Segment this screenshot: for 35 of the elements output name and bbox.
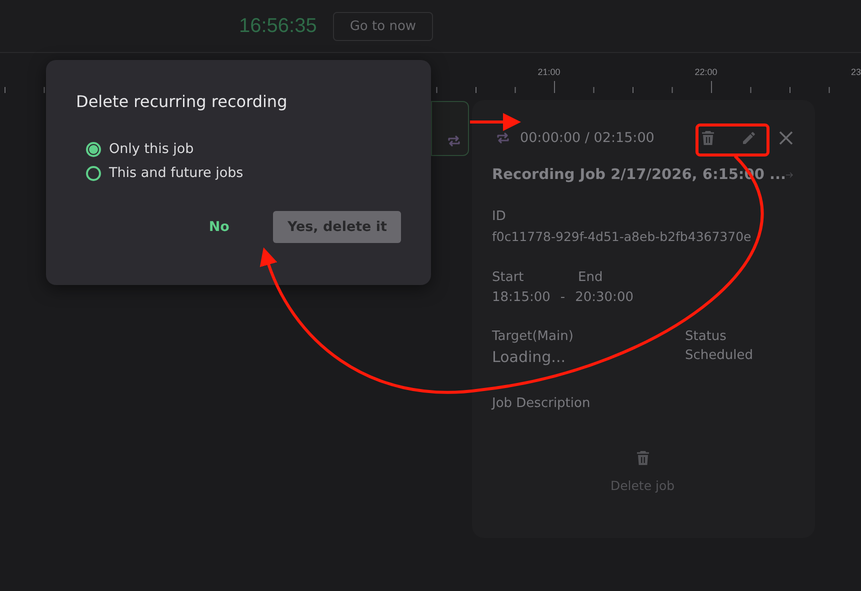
annotation-arrow [470,113,521,131]
current-time: 16:56:35 [239,14,317,38]
radio-button[interactable] [86,142,101,156]
dialog-title: Delete recurring recording [76,92,288,111]
edit-button[interactable] [742,131,756,145]
status-value: Scheduled [685,348,754,365]
time-label: 22:00 [694,67,718,77]
close-icon [779,131,793,145]
radio-button[interactable] [86,166,101,180]
job-block[interactable] [431,101,469,156]
pencil-icon [742,131,756,145]
no-button[interactable]: No [202,211,236,243]
delete-button[interactable] [701,130,715,146]
id-label: ID [492,209,507,224]
time-label: 23 [851,67,861,77]
target-value: Loading... [492,348,566,366]
repeat-icon [495,130,511,146]
end-label: End [578,270,603,285]
radio-option[interactable]: This and future jobs [86,165,401,181]
time-label: 21:00 [538,67,560,77]
time-separator: - [560,290,566,305]
delete-icon [636,450,650,466]
start-time: 18:15:00 [492,290,550,305]
target-label: Target(Main) [492,329,574,344]
duration-text: 00:00:00 / 02:15:00 [520,130,656,146]
close-button[interactable] [779,131,793,145]
start-label: Start [492,270,525,285]
arrow-right-icon[interactable] [786,170,793,180]
id-value: f0c11778-929f-4d51-a8eb-b2fb4367370e [492,229,752,244]
description-label: Job Description [492,396,592,411]
radio-option[interactable]: Only this job [86,141,401,157]
end-time: 20:30:00 [575,290,634,305]
status-label: Status [685,329,728,344]
repeat-icon [446,133,462,149]
delete-icon [701,130,715,146]
